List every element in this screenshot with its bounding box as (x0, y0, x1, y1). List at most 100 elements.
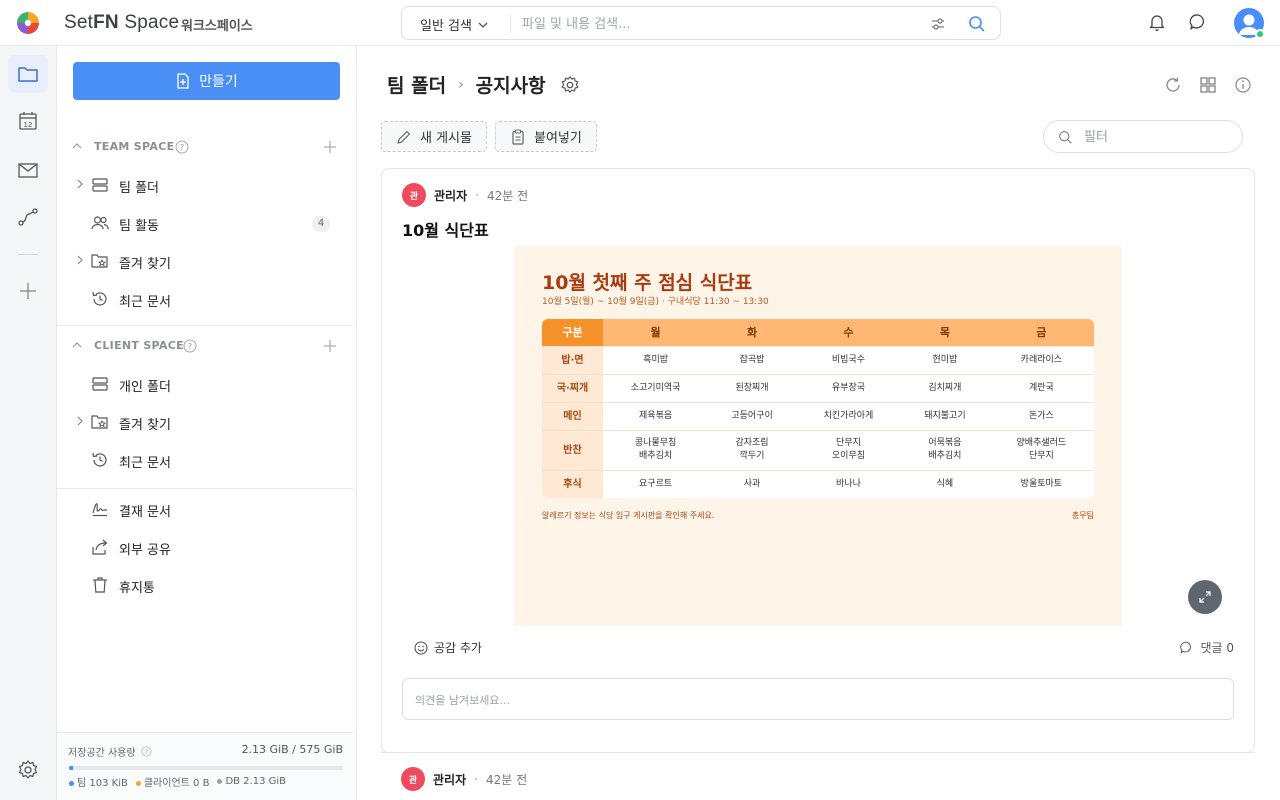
avatar[interactable]: 관 (402, 183, 426, 207)
meal-row: 국·찌개 소고기미역국 된장찌개 유부장국 김치찌개 계란국 (542, 373, 1094, 402)
meal-cell: 방울토마토 (988, 469, 1094, 498)
gear-icon (18, 760, 38, 779)
rail-mail-button[interactable] (8, 151, 48, 189)
meal-note: 알레르기 정보는 식당 입구 게시판을 확인해 주세요. (542, 511, 715, 520)
help-icon[interactable]: ? (183, 339, 197, 353)
expand-image-button[interactable] (1188, 580, 1222, 614)
brand-name[interactable]: SetFN Space (64, 12, 179, 34)
grid-view-icon[interactable] (1199, 76, 1217, 94)
sidebar-item-team-favorites[interactable]: 즐겨 찾기 (57, 244, 357, 278)
pencil-icon (397, 130, 411, 144)
avatar[interactable]: 관 (401, 767, 425, 791)
sidebar-divider (57, 488, 353, 489)
app-logo-icon[interactable] (16, 11, 40, 35)
chevron-up-icon (72, 143, 82, 149)
meal-row: 밥·면 흑미밥 잡곡밥 비빔국수 현미밥 카레라이스 (542, 345, 1094, 374)
help-icon[interactable]: ? (140, 746, 152, 757)
search-input[interactable] (522, 14, 902, 34)
refresh-icon[interactable] (1164, 76, 1182, 94)
post-time: 42분 전 (486, 188, 529, 203)
filter-box (1043, 120, 1243, 153)
global-search: 일반 검색 (401, 6, 1001, 40)
add-team-space-icon[interactable] (323, 140, 337, 154)
sidebar-item-trash[interactable]: 휴지통 (57, 568, 357, 602)
storage-title: 저장공간 사용량 ? (68, 744, 152, 759)
post-title: 10월 식단표 (402, 221, 489, 240)
meal-cell: 돼지불고기 (901, 401, 989, 430)
meal-cell: 제육볶음 (603, 401, 709, 430)
info-icon[interactable] (1234, 76, 1252, 94)
meal-plan-image[interactable]: 10월 첫째 주 점심 식단표 10월 5일(월) ~ 10월 9일(금) · … (514, 246, 1122, 626)
new-file-icon (177, 73, 189, 89)
chevron-right-icon (77, 179, 83, 189)
meal-table: 구분 월 화 수 목 금 밥·면 흑미밥 잡곡밥 비빔국수 현미밥 카레라이스 국·찌개 소고… (542, 319, 1094, 498)
users-icon (91, 216, 109, 230)
rail-calendar-button[interactable]: 12 (8, 102, 48, 140)
meal-header-cell: 구분 (542, 319, 603, 346)
post-time: 42분 전 (485, 772, 528, 787)
storage-icon (92, 178, 108, 192)
paste-button[interactable]: 붙여넣기 (495, 121, 597, 152)
sidebar-item-client-recent[interactable]: 최근 문서 (57, 443, 357, 477)
clipboard-icon (512, 128, 524, 145)
meal-cell: 된장찌개 (708, 373, 796, 402)
sidebar-item-client-favorites[interactable]: 즐겨 찾기 (57, 405, 357, 439)
gear-icon[interactable] (560, 75, 580, 95)
post-author-row: 관 관리자 · 42분 전 (402, 183, 528, 207)
meal-row-label: 밥·면 (542, 345, 603, 374)
rail-files-button[interactable] (8, 55, 48, 93)
breadcrumb-team-folder[interactable]: 팀 폴더 (387, 71, 446, 98)
meal-cell: 바나나 (795, 469, 902, 498)
sidebar-item-team-recent[interactable]: 최근 문서 (57, 282, 357, 316)
post-author[interactable]: 관리자 (433, 771, 466, 788)
trash-icon (93, 577, 107, 593)
search-icon[interactable] (968, 15, 986, 33)
folder-star-icon (91, 254, 108, 268)
svg-text:12: 12 (24, 121, 33, 129)
legend-client: 클라이언트 0 B (135, 774, 209, 789)
meal-row-label: 후식 (542, 469, 603, 498)
workspace-label[interactable]: 워크스페이스 (181, 15, 253, 34)
meal-row: 후식 요구르트 사과 바나나 식혜 방울토마토 (542, 469, 1094, 498)
storage-bar (69, 766, 343, 770)
create-button[interactable]: 만들기 (73, 62, 340, 100)
comment-input[interactable] (415, 692, 1015, 708)
meal-header-cell: 월 (603, 319, 709, 346)
meal-row: 반찬 콩나물무침 배추김치 감자조림 깍두기 단무지 오이무침 어묵볶음 배추김치 양배추… (542, 429, 1094, 470)
filter-input[interactable] (1084, 128, 1224, 146)
meal-header-cell: 목 (901, 319, 989, 346)
rail-add-button[interactable] (8, 272, 48, 310)
sidebar-item-team-folder[interactable]: 팀 폴더 (57, 168, 357, 202)
help-icon[interactable]: ? (175, 140, 189, 154)
bell-icon[interactable] (1147, 12, 1167, 32)
team-space-header[interactable]: TEAM SPACE ? (57, 135, 357, 159)
comment-count[interactable]: 댓글 0 (1179, 639, 1234, 656)
main-content: 팀 폴더 › 공지사항 새 게시물 붙여넣기 관 관리자 · 42분 전 10월… (357, 46, 1280, 800)
sidebar-item-approvals[interactable]: 결재 문서 (57, 492, 357, 526)
sidebar-item-personal-folder[interactable]: 개인 폴더 (57, 367, 357, 401)
meal-signature: 총무팀 (1071, 511, 1094, 520)
meal-cell: 김치찌개 (901, 373, 989, 402)
search-icon (1059, 131, 1072, 144)
sidebar-item-team-activity[interactable]: 팀 활동 4 (57, 206, 357, 240)
meal-cell: 잡곡밥 (708, 345, 796, 374)
add-reaction-button[interactable]: 공감 추가 (414, 639, 482, 656)
search-type-select[interactable]: 일반 검색 (420, 15, 488, 34)
sidebar-item-external-share[interactable]: 외부 공유 (57, 530, 357, 564)
rail-workflow-button[interactable] (8, 198, 48, 236)
post-card: 관 관리자 · 42분 전 (381, 752, 1255, 800)
post-card: 관 관리자 · 42분 전 10월 식단표 10월 첫째 주 점심 식단표 10… (381, 168, 1255, 753)
top-bar: SetFN Space 워크스페이스 일반 검색 (0, 0, 1280, 46)
meta-separator: · (475, 188, 479, 202)
chat-icon[interactable] (1188, 12, 1208, 32)
mail-icon (18, 163, 38, 178)
add-client-space-icon[interactable] (323, 339, 337, 353)
rail-settings-button[interactable] (8, 751, 48, 789)
breadcrumb-separator: › (458, 76, 464, 93)
meal-cell: 돈가스 (988, 401, 1094, 430)
post-author[interactable]: 관리자 (434, 187, 467, 204)
svg-text:?: ? (180, 143, 184, 152)
new-post-button[interactable]: 새 게시물 (381, 121, 487, 152)
sliders-icon[interactable] (930, 16, 946, 32)
client-space-header[interactable]: CLIENT SPACE ? (57, 334, 357, 358)
